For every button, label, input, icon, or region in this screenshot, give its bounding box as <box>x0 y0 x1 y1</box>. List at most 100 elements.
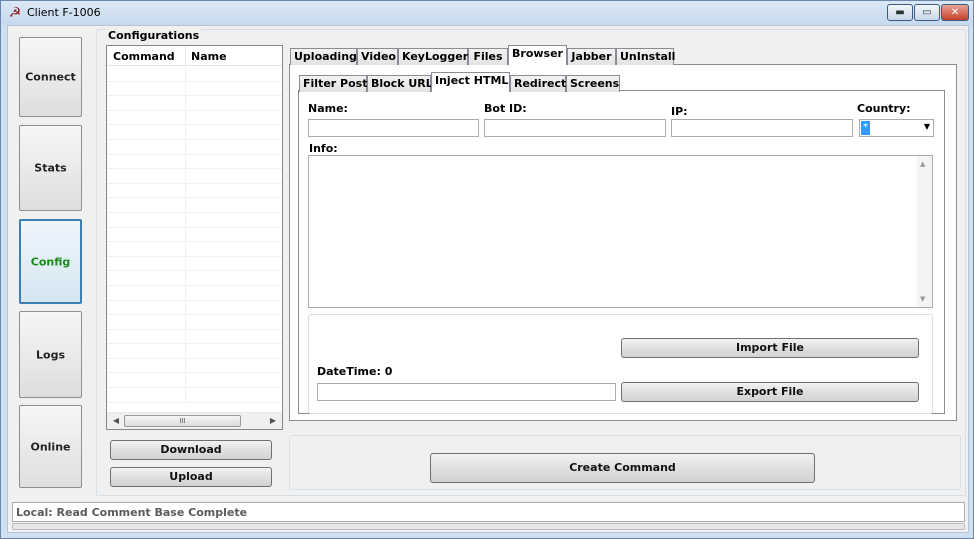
client-area: Connect Stats Config Logs Online Configu… <box>7 25 969 533</box>
row-column-separator <box>185 388 186 402</box>
ip-field[interactable] <box>671 119 853 137</box>
list-item[interactable] <box>107 388 282 403</box>
list-item[interactable] <box>107 358 282 374</box>
chevron-right-icon[interactable]: ▶ <box>266 415 280 427</box>
row-column-separator <box>185 110 186 125</box>
row-column-separator <box>185 344 186 358</box>
row-column-separator <box>185 271 186 285</box>
upload-button[interactable]: Upload <box>110 467 272 487</box>
row-column-separator <box>185 96 186 110</box>
list-item[interactable] <box>107 315 282 330</box>
logs-label: Logs <box>36 348 65 361</box>
bot-id-label: Bot ID: <box>484 102 527 115</box>
row-column-separator <box>185 125 186 139</box>
tab-filter-post[interactable]: Filter Post <box>299 75 367 92</box>
list-item[interactable] <box>107 81 282 97</box>
row-column-separator <box>185 315 186 329</box>
list-item[interactable] <box>107 300 282 316</box>
tab-uploading[interactable]: Uploading <box>290 48 357 65</box>
row-column-separator <box>185 329 186 344</box>
list-item[interactable] <box>107 67 282 82</box>
tab-screens[interactable]: Screens <box>566 75 620 92</box>
tab-uninstall[interactable]: UnInstall <box>616 48 675 65</box>
tab-browser[interactable]: Browser <box>508 45 567 65</box>
row-column-separator <box>185 154 186 169</box>
window-title: Client F-1006 <box>27 6 101 19</box>
country-selected-value: * <box>861 121 870 135</box>
horizontal-scrollbar[interactable]: ◀ III ▶ <box>107 412 282 429</box>
list-item[interactable] <box>107 329 282 345</box>
logs-button[interactable]: Logs <box>19 311 82 398</box>
list-item[interactable] <box>107 110 282 126</box>
tab-files[interactable]: Files <box>468 48 508 65</box>
list-item[interactable] <box>107 271 282 286</box>
list-item[interactable] <box>107 212 282 228</box>
row-column-separator <box>185 227 186 242</box>
chevron-up-icon[interactable]: ▲ <box>920 160 925 168</box>
progress-bar <box>12 523 965 530</box>
title-bar[interactable]: ☭ Client F-1006 ▬ ▭ ✕ <box>1 1 973 25</box>
vertical-scrollbar[interactable]: ▲ ▼ <box>917 156 932 307</box>
row-column-separator <box>185 358 186 373</box>
connect-label: Connect <box>25 70 76 84</box>
ip-label: IP: <box>671 105 688 118</box>
column-header-name[interactable]: Name <box>191 50 227 63</box>
close-button[interactable]: ✕ <box>941 4 969 21</box>
name-field[interactable] <box>308 119 479 137</box>
online-button[interactable]: Online <box>19 405 82 488</box>
bot-id-field[interactable] <box>484 119 666 137</box>
tab-redirect[interactable]: Redirect <box>510 75 566 92</box>
tab-jabber[interactable]: Jabber <box>567 48 616 65</box>
tab-inject-html[interactable]: Inject HTML <box>431 72 510 92</box>
minimize-button[interactable]: ▬ <box>887 4 913 21</box>
row-column-separator <box>185 242 186 256</box>
scroll-thumb[interactable]: III <box>124 415 241 427</box>
status-text: Local: Read Comment Base Complete <box>16 506 248 519</box>
row-column-separator <box>185 67 186 81</box>
list-item[interactable] <box>107 242 282 257</box>
chevron-down-icon[interactable]: ▼ <box>920 295 925 303</box>
online-label: Online <box>30 440 71 453</box>
list-item[interactable] <box>107 256 282 272</box>
name-label: Name: <box>308 102 348 115</box>
maximize-button[interactable]: ▭ <box>914 4 940 21</box>
row-column-separator <box>185 256 186 271</box>
tab-block-url[interactable]: Block URL <box>367 75 433 92</box>
app-icon[interactable]: ☭ <box>7 5 23 21</box>
list-item[interactable] <box>107 373 282 389</box>
config-button[interactable]: Config <box>19 219 82 304</box>
datetime-label: DateTime: 0 <box>317 365 393 378</box>
datetime-field[interactable] <box>317 383 616 401</box>
import-file-button[interactable]: Import File <box>621 338 919 358</box>
list-header: Command Name <box>107 46 282 66</box>
list-item[interactable] <box>107 198 282 213</box>
list-item[interactable] <box>107 139 282 155</box>
stats-button[interactable]: Stats <box>19 125 82 211</box>
info-textarea[interactable]: ▲ ▼ <box>308 155 933 308</box>
list-item[interactable] <box>107 227 282 243</box>
download-button[interactable]: Download <box>110 440 272 460</box>
tab-video[interactable]: Video <box>357 48 398 65</box>
chevron-down-icon[interactable]: ▼ <box>924 122 930 131</box>
column-header-command[interactable]: Command <box>113 50 175 63</box>
info-label: Info: <box>309 142 338 155</box>
country-select[interactable]: * ▼ <box>859 119 934 137</box>
create-command-button[interactable]: Create Command <box>430 453 815 483</box>
list-item[interactable] <box>107 285 282 301</box>
chevron-left-icon[interactable]: ◀ <box>109 415 123 427</box>
list-item[interactable] <box>107 344 282 359</box>
tab-keylogger[interactable]: KeyLogger <box>398 48 468 65</box>
configurations-label: Configurations <box>106 29 202 42</box>
export-file-button[interactable]: Export File <box>621 382 919 402</box>
country-label: Country: <box>857 102 911 115</box>
connect-button[interactable]: Connect <box>19 37 82 117</box>
list-item[interactable] <box>107 169 282 184</box>
list-item[interactable] <box>107 183 282 199</box>
row-column-separator <box>185 198 186 212</box>
list-item[interactable] <box>107 125 282 140</box>
list-item[interactable] <box>107 96 282 111</box>
column-divider[interactable] <box>185 46 186 66</box>
stats-label: Stats <box>34 161 67 175</box>
configurations-list[interactable]: Command Name ◀ III ▶ <box>106 45 283 430</box>
list-item[interactable] <box>107 154 282 170</box>
